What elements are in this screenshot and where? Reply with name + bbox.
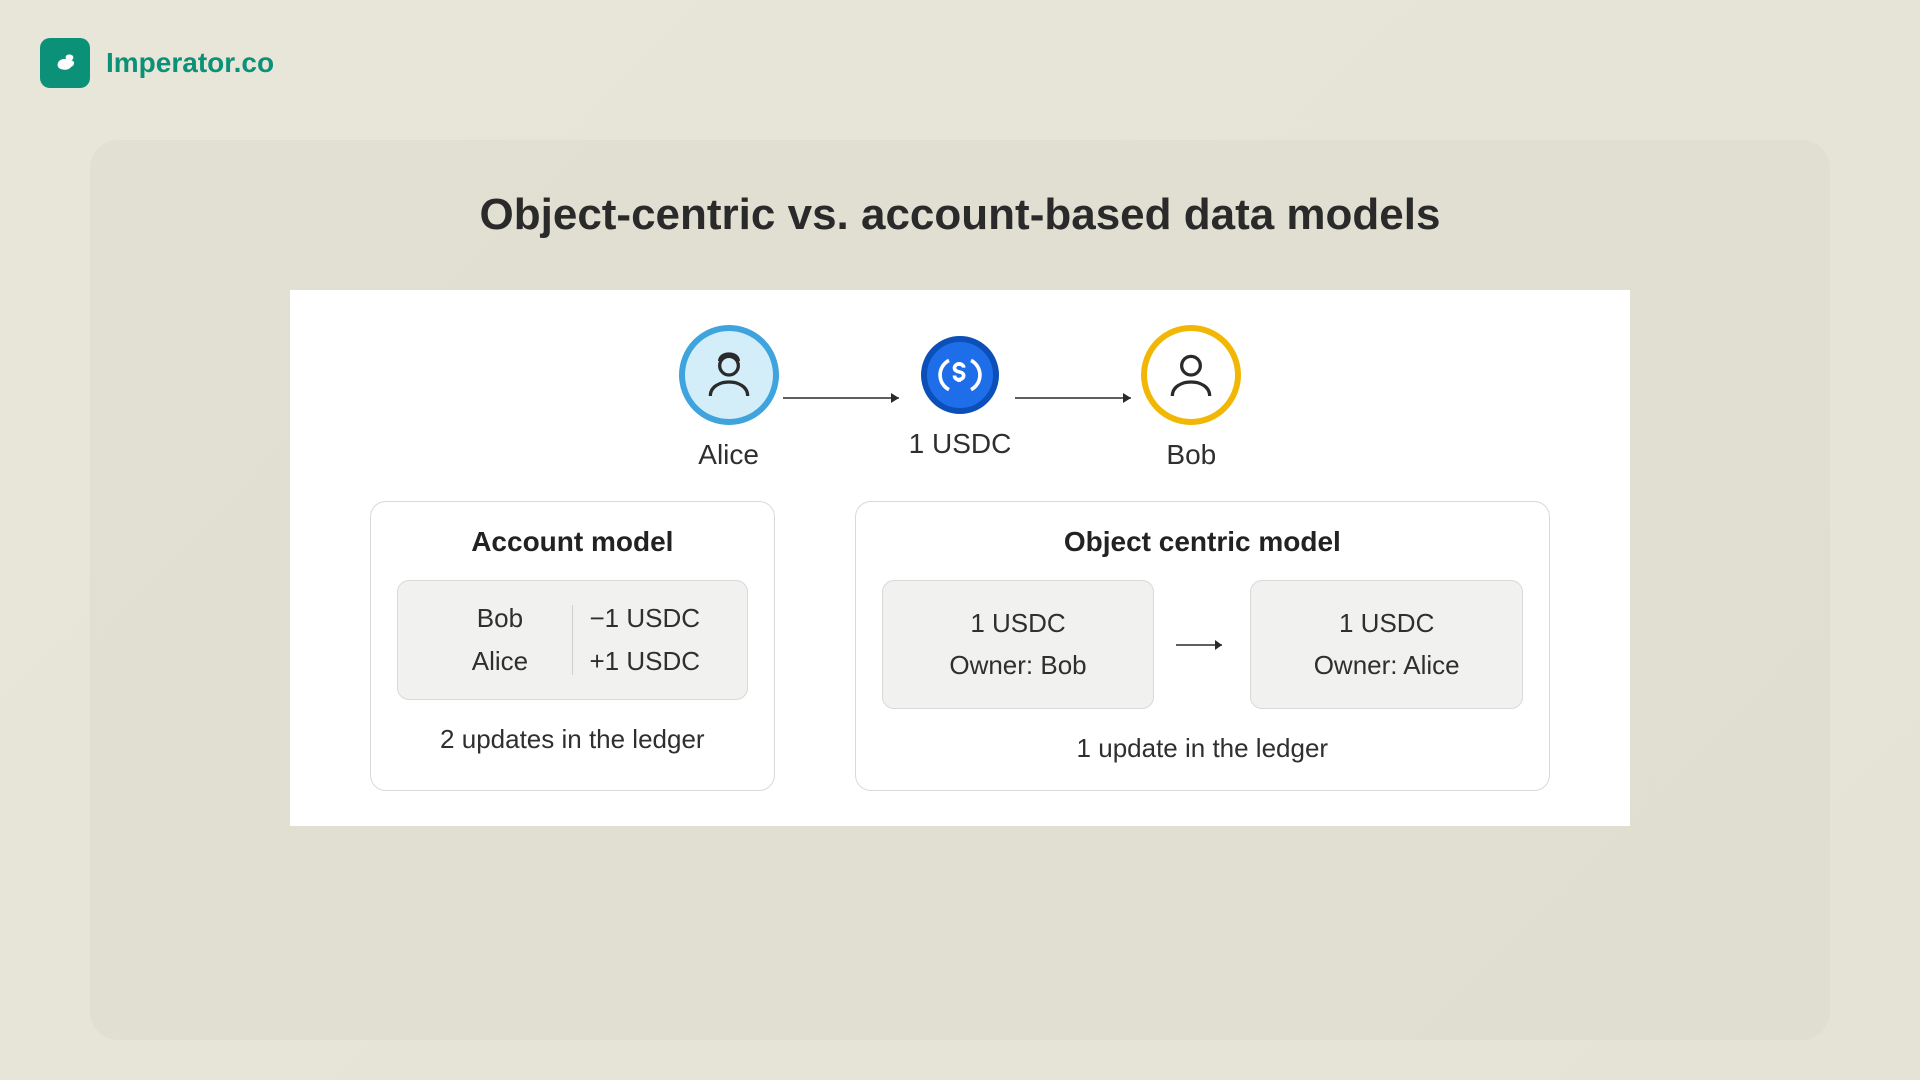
bob-avatar-icon [1141,325,1241,425]
object-model-summary: 1 update in the ledger [1077,733,1329,764]
ledger-delta: +1 USDC [573,646,717,677]
diagram-panel: Alice 1 USDC [290,290,1630,826]
object-transition-row: 1 USDC Owner: Bob 1 USDC Owner: Alice [882,580,1523,709]
asset-node: 1 USDC [909,336,1012,460]
alice-avatar-icon [679,325,779,425]
transfer-flow: Alice 1 USDC [330,325,1590,471]
object-owner: Owner: Alice [1285,645,1488,687]
arrow-icon [1174,637,1230,653]
brand-mark [40,38,90,88]
object-amount: 1 USDC [1285,603,1488,645]
ledger-name: Bob [428,603,572,634]
account-ledger-box: Bob −1 USDC Alice +1 USDC [397,580,748,700]
content-card: Object-centric vs. account-based data mo… [90,140,1830,1040]
object-model-title: Object centric model [1064,526,1341,558]
models-comparison: Account model Bob −1 USDC Alice +1 USDC … [330,501,1590,791]
diagram-title: Object-centric vs. account-based data mo… [90,190,1830,240]
receiver-node: Bob [1141,325,1241,471]
ledger-delta: −1 USDC [573,603,717,634]
ledger-name: Alice [428,646,572,677]
brand-name: Imperator.co [106,47,274,79]
brand-logo: Imperator.co [40,38,274,88]
account-model-summary: 2 updates in the ledger [440,724,705,755]
account-model-title: Account model [471,526,673,558]
arrow-icon [779,348,909,448]
receiver-label: Bob [1166,439,1216,471]
sender-label: Alice [698,439,759,471]
arrow-icon [1011,348,1141,448]
object-model-panel: Object centric model 1 USDC Owner: Bob 1… [855,501,1550,791]
object-after-box: 1 USDC Owner: Alice [1250,580,1523,709]
object-amount: 1 USDC [917,603,1120,645]
usdc-coin-icon [921,336,999,414]
account-model-panel: Account model Bob −1 USDC Alice +1 USDC … [370,501,775,791]
object-before-box: 1 USDC Owner: Bob [882,580,1155,709]
object-owner: Owner: Bob [917,645,1120,687]
asset-label: 1 USDC [909,428,1012,460]
sender-node: Alice [679,325,779,471]
